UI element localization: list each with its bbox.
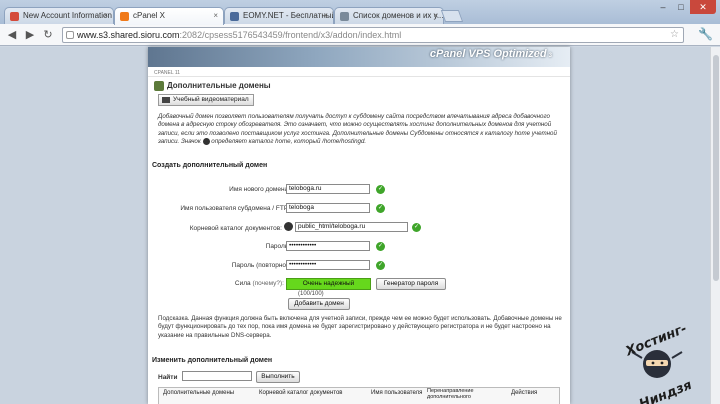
page-info-icon[interactable] xyxy=(66,31,74,39)
modify-domain-header: Изменить дополнительный домен xyxy=(152,357,273,364)
cpanel-logo: cPanel VPS Optimized 3 xyxy=(429,48,552,60)
password-generator-button[interactable]: Генератор пароля xyxy=(376,278,446,290)
maximize-icon[interactable]: □ xyxy=(672,0,690,14)
ftp-user-input[interactable]: teloboga xyxy=(286,203,370,213)
strength-label: Сила (почему?): xyxy=(234,280,284,287)
reload-icon[interactable]: ↻ xyxy=(40,27,56,43)
password-input[interactable]: •••••••••••• xyxy=(286,241,370,251)
page-icon xyxy=(340,12,349,21)
address-bar[interactable]: www.s3.shared.sioru.com:2082/cpsess51765… xyxy=(62,27,684,43)
close-tab-icon[interactable]: × xyxy=(433,11,438,20)
close-window-icon[interactable]: ✕ xyxy=(690,0,716,14)
tab-domain-list[interactable]: Список доменов и их у... × xyxy=(334,7,444,25)
site-icon xyxy=(230,12,239,21)
password-repeat-label: Пароль (повторно): xyxy=(231,262,290,269)
strength-score: (100/100) xyxy=(298,291,324,297)
breadcrumb[interactable]: CPANEL 11 xyxy=(148,67,570,77)
home-dir-icon xyxy=(284,222,293,231)
wrench-menu-icon[interactable]: 🔧 xyxy=(698,27,713,41)
scrollbar-thumb[interactable] xyxy=(713,55,719,281)
hint-text: Подсказка. Данная функция должна быть вк… xyxy=(158,315,562,339)
valid-check-icon: ✓ xyxy=(376,261,385,270)
cpanel-icon xyxy=(120,12,129,21)
valid-check-icon: ✓ xyxy=(376,242,385,251)
close-tab-icon[interactable]: × xyxy=(213,11,218,20)
search-input[interactable] xyxy=(182,371,252,381)
description: Добавочный домен позволяет пользователям… xyxy=(158,113,557,146)
col-username[interactable]: Имя пользователя xyxy=(371,390,422,396)
strength-meter: Очень надежный xyxy=(286,278,371,290)
browser-toolbar: ◀ ▶ ↻ www.s3.shared.sioru.com:2082/cpses… xyxy=(0,24,720,46)
addon-domains-icon xyxy=(154,81,164,91)
new-domain-label: Имя нового домена: xyxy=(229,186,290,193)
col-document-root[interactable]: Корневой каталог документов xyxy=(259,390,342,396)
window-controls: – □ ✕ xyxy=(654,0,716,14)
ftp-user-label: Имя пользователя субдомена / FTP: xyxy=(180,205,290,212)
tab-eomy[interactable]: EOMY.NET - Бесплатный × xyxy=(224,7,334,25)
bookmark-star-icon[interactable]: ☆ xyxy=(670,28,679,42)
password-repeat-input[interactable]: •••••••••••• xyxy=(286,260,370,270)
cpanel-banner: cPanel VPS Optimized 3 xyxy=(148,47,570,67)
minimize-icon[interactable]: – xyxy=(654,0,672,14)
home-dir-icon xyxy=(202,137,210,145)
new-tab-button[interactable] xyxy=(440,10,464,22)
valid-check-icon: ✓ xyxy=(376,185,385,194)
col-actions: Действия xyxy=(511,390,538,396)
strength-why-link[interactable]: (почему?): xyxy=(252,280,284,287)
hosting-ninja-watermark: Хостинг- Ниндзя xyxy=(623,321,694,404)
close-tab-icon[interactable]: × xyxy=(323,11,328,20)
valid-check-icon: ✓ xyxy=(412,223,421,232)
new-domain-input[interactable]: teloboga.ru xyxy=(286,184,370,194)
watermark-line2: Ниндзя xyxy=(637,378,694,404)
create-domain-header: Создать дополнительный домен xyxy=(152,162,268,169)
search-label: Найти xyxy=(158,374,178,381)
search-go-button[interactable]: Выполнить xyxy=(256,371,300,383)
back-icon[interactable]: ◀ xyxy=(4,27,20,43)
addon-domains-table-header: Дополнительные домены Корневой каталог д… xyxy=(158,387,560,404)
tab-new-account[interactable]: New Account Information × xyxy=(4,7,114,25)
col-redirect[interactable]: Перенаправление дополнительного xyxy=(427,388,497,400)
add-domain-button[interactable]: Добавить домен xyxy=(288,298,350,310)
tab-cpanel[interactable]: cPanel X × xyxy=(114,7,224,25)
tab-bar: New Account Information × cPanel X × EOM… xyxy=(0,0,720,25)
document-root-label: Корневой каталог документов: xyxy=(189,225,282,232)
cpanel-content: cPanel VPS Optimized 3 CPANEL 11 Дополнит… xyxy=(148,47,570,404)
forward-icon[interactable]: ▶ xyxy=(22,27,38,43)
gmail-icon xyxy=(10,12,19,21)
video-icon xyxy=(162,97,170,103)
document-root-input[interactable]: public_html/teloboga.ru xyxy=(295,222,408,232)
col-addon-domains[interactable]: Дополнительные домены xyxy=(163,390,234,396)
close-tab-icon[interactable]: × xyxy=(103,11,108,20)
valid-check-icon: ✓ xyxy=(376,204,385,213)
video-tutorial-button[interactable]: Учебный видеоматериал xyxy=(158,94,254,106)
page-title: Дополнительные домены xyxy=(154,81,271,91)
